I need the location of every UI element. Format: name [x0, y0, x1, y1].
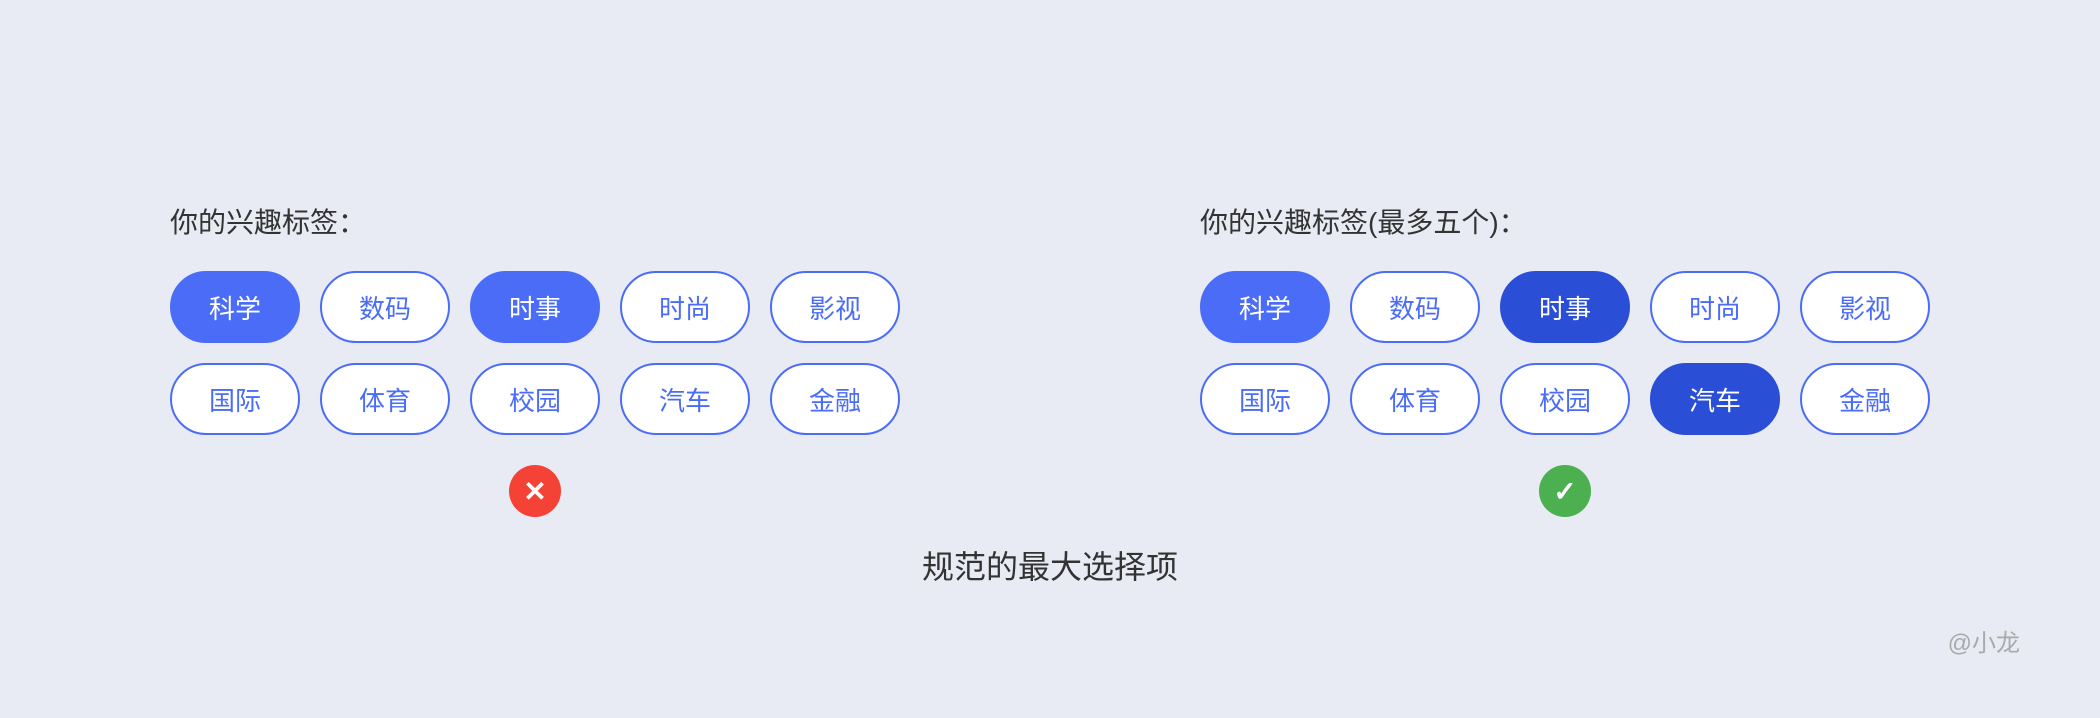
- right-panel: 你的兴趣标签(最多五个)： 科学 数码 时事 时尚 影视 国际 体育 校园 汽车…: [1200, 201, 1930, 517]
- left-tag-auto[interactable]: 汽车: [620, 363, 750, 435]
- left-tag-fashion[interactable]: 时尚: [620, 271, 750, 343]
- right-tag-intl[interactable]: 国际: [1200, 363, 1330, 435]
- right-tag-finance[interactable]: 金融: [1800, 363, 1930, 435]
- right-tag-current[interactable]: 时事: [1500, 271, 1630, 343]
- left-tag-science[interactable]: 科学: [170, 271, 300, 343]
- right-tag-fashion[interactable]: 时尚: [1650, 271, 1780, 343]
- left-tag-campus[interactable]: 校园: [470, 363, 600, 435]
- right-tag-digital[interactable]: 数码: [1350, 271, 1480, 343]
- left-tag-intl[interactable]: 国际: [170, 363, 300, 435]
- left-tag-sports[interactable]: 体育: [320, 363, 450, 435]
- left-panel-title: 你的兴趣标签：: [170, 201, 900, 241]
- left-tags-grid: 科学 数码 时事 时尚 影视 国际 体育 校园 汽车 金融: [170, 271, 900, 435]
- success-indicator: ✓: [1539, 465, 1591, 517]
- right-indicator-row: ✓: [1200, 465, 1930, 517]
- left-indicator-row: ✕: [170, 465, 900, 517]
- left-tag-film[interactable]: 影视: [770, 271, 900, 343]
- right-tag-sports[interactable]: 体育: [1350, 363, 1480, 435]
- main-container: 你的兴趣标签： 科学 数码 时事 时尚 影视 国际 体育 校园 汽车 金融 ✕ …: [90, 141, 2010, 577]
- watermark: @小龙: [1948, 623, 2020, 658]
- right-tag-campus[interactable]: 校园: [1500, 363, 1630, 435]
- right-tag-film[interactable]: 影视: [1800, 271, 1930, 343]
- right-tag-science[interactable]: 科学: [1200, 271, 1330, 343]
- right-panel-title: 你的兴趣标签(最多五个)：: [1200, 201, 1930, 241]
- left-panel: 你的兴趣标签： 科学 数码 时事 时尚 影视 国际 体育 校园 汽车 金融 ✕: [170, 201, 900, 517]
- right-tags-grid: 科学 数码 时事 时尚 影视 国际 体育 校园 汽车 金融: [1200, 271, 1930, 435]
- left-tag-digital[interactable]: 数码: [320, 271, 450, 343]
- left-tag-current[interactable]: 时事: [470, 271, 600, 343]
- right-tag-auto[interactable]: 汽车: [1650, 363, 1780, 435]
- bottom-title: 规范的最大选择项: [922, 542, 1178, 588]
- left-tag-finance[interactable]: 金融: [770, 363, 900, 435]
- error-indicator: ✕: [509, 465, 561, 517]
